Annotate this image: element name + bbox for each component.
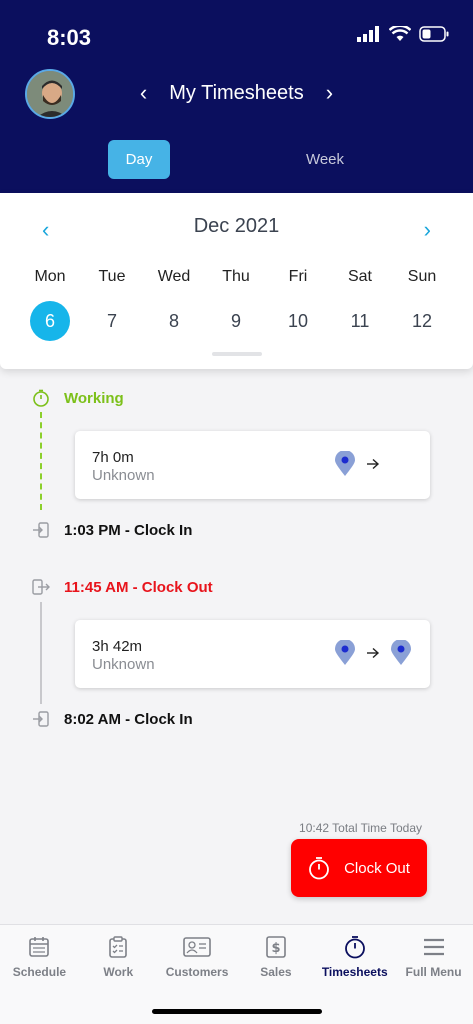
- timeline-solid-line: [40, 602, 42, 704]
- day-name: Fri: [288, 268, 308, 285]
- clock-out-icon: [32, 579, 50, 595]
- next-arrow-icon[interactable]: ›: [326, 80, 333, 106]
- day-name: Wed: [157, 268, 191, 285]
- day-number[interactable]: 8: [154, 301, 194, 341]
- map-pin-icon: [335, 640, 355, 665]
- wifi-icon: [389, 26, 411, 41]
- signal-icon: [357, 26, 379, 42]
- contact-card-icon: [183, 937, 211, 957]
- tab-label: Customers: [165, 965, 229, 979]
- month-label: Dec 2021: [193, 215, 280, 237]
- tab-sales[interactable]: $ Sales: [236, 925, 315, 985]
- timeline-dashed-line: [40, 412, 42, 510]
- prev-arrow-icon[interactable]: ‹: [140, 80, 147, 106]
- tab-schedule[interactable]: Schedule: [0, 925, 79, 985]
- tab-work[interactable]: Work: [79, 925, 158, 985]
- clock-out-button-label: Clock Out: [344, 859, 410, 877]
- day-sat[interactable]: Sat 11: [329, 268, 391, 341]
- clock-in-event: 8:02 AM - Clock In: [32, 710, 193, 728]
- day-number[interactable]: 9: [216, 301, 256, 341]
- clock-in-event: 1:03 PM - Clock In: [32, 521, 192, 539]
- tab-week[interactable]: Week: [290, 140, 360, 179]
- dollar-icon: $: [266, 936, 286, 958]
- calendar-card: ‹ Dec 2021 › Mon 6 Tue 7 Wed 8 Thu 9 Fri 10 S…: [0, 193, 473, 369]
- day-fri[interactable]: Fri 10: [267, 268, 329, 341]
- arrow-right-icon: [367, 647, 380, 659]
- clock-out-event: 11:45 AM - Clock Out: [32, 578, 213, 596]
- stopwatch-icon: [344, 936, 365, 959]
- day-name: Mon: [34, 268, 66, 285]
- tab-timesheets[interactable]: Timesheets: [315, 925, 394, 985]
- title-row: ‹ My Timesheets ›: [0, 80, 473, 106]
- tab-day[interactable]: Day: [108, 140, 170, 179]
- bottom-tab-bar: Schedule Work Customers $ Sales Timeshee…: [0, 924, 473, 1024]
- app-header: 8:03 ‹ My Timesheets › Day Week: [0, 0, 473, 193]
- tab-label: Full Menu: [405, 965, 462, 979]
- clock-in-label: 8:02 AM - Clock In: [64, 710, 193, 728]
- entry-locations: [334, 640, 412, 666]
- map-pin-icon: [335, 451, 355, 476]
- entry-duration: 7h 0m: [92, 449, 134, 466]
- time-entry-card[interactable]: 3h 42m Unknown: [75, 620, 430, 688]
- entry-duration: 3h 42m: [92, 638, 143, 655]
- home-indicator: [152, 1009, 322, 1014]
- menu-icon: [423, 938, 444, 956]
- day-number[interactable]: 11: [340, 301, 380, 341]
- entry-location: Unknown: [92, 467, 155, 484]
- day-name: Sat: [347, 268, 372, 285]
- day-name: Thu: [222, 268, 250, 285]
- clipboard-icon: [109, 936, 128, 958]
- clock-out-button[interactable]: Clock Out: [291, 839, 427, 897]
- day-name: Sun: [407, 268, 437, 285]
- tab-customers[interactable]: Customers: [158, 925, 237, 985]
- status-icons: [357, 26, 449, 42]
- drag-handle[interactable]: [212, 352, 262, 356]
- stopwatch-icon: [309, 857, 329, 880]
- working-status: Working: [32, 389, 124, 407]
- next-month-icon[interactable]: ›: [424, 217, 431, 243]
- day-tue[interactable]: Tue 7: [81, 268, 143, 341]
- battery-icon: [419, 26, 449, 42]
- day-mon[interactable]: Mon 6: [19, 268, 81, 341]
- svg-text:$: $: [271, 941, 280, 956]
- time-entry-card[interactable]: 7h 0m Unknown: [75, 431, 430, 499]
- entry-locations: [334, 451, 380, 477]
- tab-label: Sales: [260, 965, 292, 979]
- arrow-right-icon: [367, 458, 380, 470]
- working-label: Working: [64, 389, 124, 407]
- week-days: Mon 6 Tue 7 Wed 8 Thu 9 Fri 10 Sat 11 Sun 12: [0, 268, 473, 341]
- day-number[interactable]: 10: [278, 301, 318, 341]
- day-number[interactable]: 6: [30, 301, 70, 341]
- clock-out-label: 11:45 AM - Clock Out: [64, 578, 213, 596]
- day-number[interactable]: 12: [402, 301, 442, 341]
- total-time-today: 10:42 Total Time Today: [299, 821, 422, 835]
- day-name: Tue: [98, 268, 126, 285]
- clock-in-icon: [33, 522, 49, 538]
- clock-in-label: 1:03 PM - Clock In: [64, 521, 193, 539]
- clock-in-icon: [33, 711, 49, 727]
- day-number[interactable]: 7: [92, 301, 132, 341]
- status-time: 8:03: [47, 25, 92, 50]
- tab-label: Work: [103, 965, 134, 979]
- entry-location: Unknown: [92, 656, 155, 673]
- page-title: My Timesheets: [169, 81, 304, 104]
- tab-label: Schedule: [12, 965, 67, 979]
- day-thu[interactable]: Thu 9: [205, 268, 267, 341]
- calendar-icon: [29, 937, 50, 957]
- stopwatch-icon: [33, 389, 49, 407]
- tab-label: Timesheets: [321, 965, 388, 979]
- day-wed[interactable]: Wed 8: [143, 268, 205, 341]
- day-sun[interactable]: Sun 12: [391, 268, 453, 341]
- tab-full-menu[interactable]: Full Menu: [394, 925, 473, 985]
- map-pin-icon: [391, 640, 411, 665]
